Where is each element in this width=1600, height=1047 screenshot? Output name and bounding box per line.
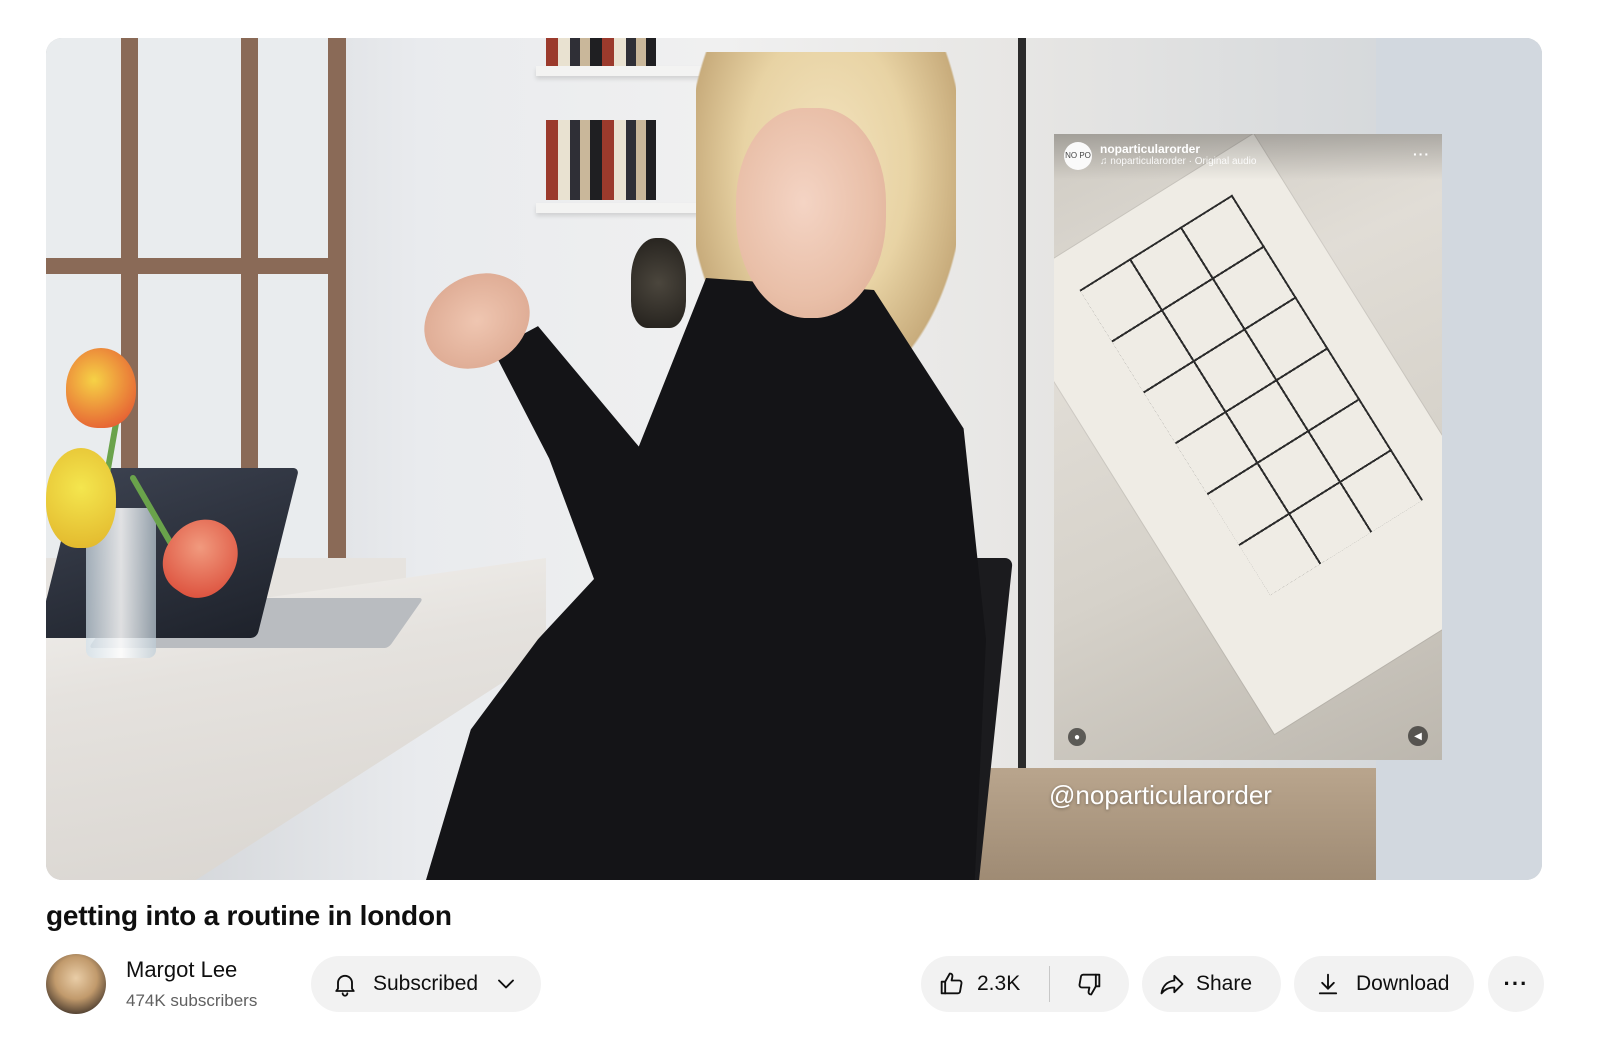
reel-person-icon: ● (1068, 728, 1086, 746)
channel-avatar[interactable] (46, 954, 106, 1014)
subscribed-label: Subscribed (373, 972, 479, 995)
like-count: 2.3K (977, 972, 1021, 995)
video-caption-handle: @noparticularorder (1049, 780, 1272, 810)
video-frame: NO PO noparticularorder ♫ noparticularor… (46, 38, 1542, 880)
chevron-down-icon (498, 979, 514, 989)
sketch-paper (1054, 134, 1442, 734)
thumbs-up-icon (940, 972, 963, 995)
dislike-button[interactable] (1050, 956, 1129, 1012)
reel-username: noparticularorder (1100, 142, 1201, 156)
reel-avatar: NO PO (1064, 142, 1092, 170)
embedded-reel: NO PO noparticularorder ♫ noparticularor… (1054, 134, 1442, 760)
reel-audio-label: ♫ noparticularorder · Original audio (1100, 156, 1257, 167)
video-title: getting into a routine in london (46, 900, 452, 931)
reel-sound-icon: ◀ (1408, 726, 1428, 746)
share-arrow-icon (1160, 974, 1184, 995)
reel-more-icon: ··· (1413, 146, 1430, 162)
subscribed-button[interactable]: Subscribed (311, 956, 541, 1012)
share-button[interactable]: Share (1142, 956, 1281, 1012)
more-horizontal-icon: ··· (1503, 971, 1529, 996)
subscriber-count: 474K subscribers (126, 991, 258, 1010)
like-button[interactable]: 2.3K (921, 956, 1049, 1012)
video-player[interactable]: NO PO noparticularorder ♫ noparticularor… (46, 38, 1542, 880)
share-label: Share (1196, 972, 1253, 995)
bell-icon (335, 974, 355, 997)
thumbs-down-icon (1078, 973, 1100, 996)
like-dislike-group: 2.3K (921, 956, 1129, 1012)
channel-name[interactable]: Margot Lee (126, 957, 237, 983)
download-button[interactable]: Download (1294, 956, 1474, 1012)
download-icon (1318, 973, 1338, 995)
more-actions-button[interactable]: ··· (1488, 956, 1544, 1012)
download-label: Download (1356, 972, 1450, 995)
